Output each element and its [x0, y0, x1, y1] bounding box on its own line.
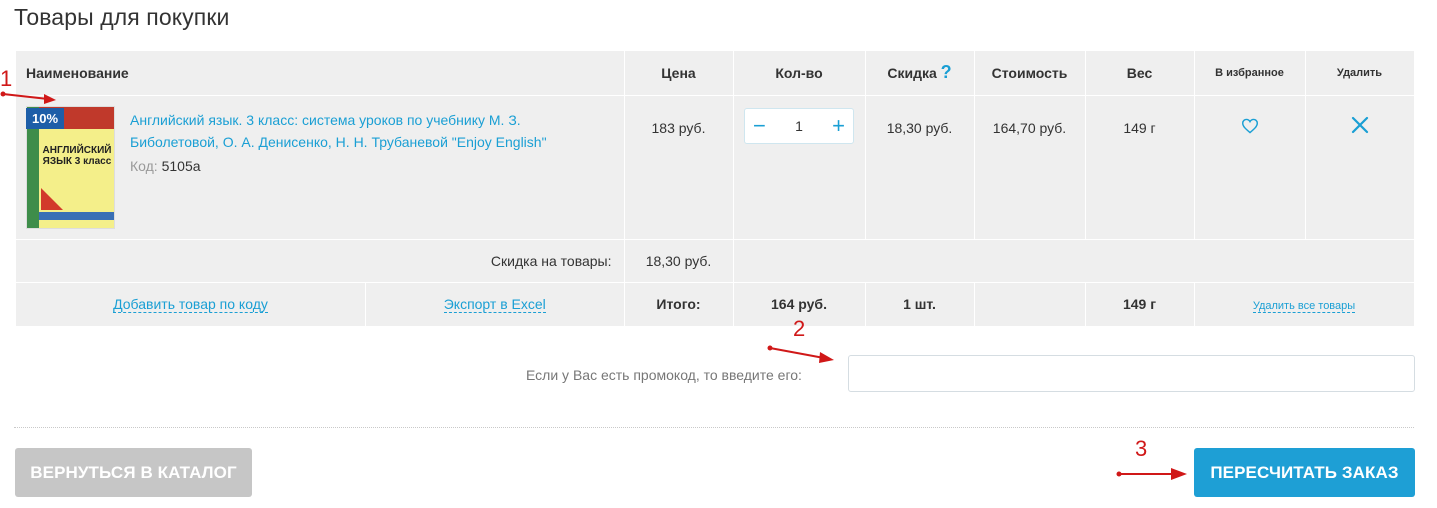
discount-summary-row: Скидка на товары: 18,30 руб.: [16, 239, 1415, 282]
promo-code-input[interactable]: [848, 355, 1415, 392]
add-by-code-link[interactable]: Добавить товар по коду: [113, 296, 268, 313]
table-header-row: Наименование Цена Кол-во Скидка ? Стоимо…: [16, 51, 1415, 95]
page-title: Товары для покупки: [14, 4, 230, 30]
cost-cell: 164,70 руб.: [974, 95, 1086, 239]
qty-decrease-button[interactable]: −: [753, 114, 766, 137]
total-label: Итого:: [624, 282, 734, 326]
weight-cell: 149 г: [1085, 95, 1195, 239]
heart-icon[interactable]: [1241, 118, 1259, 137]
cover-text: АНГЛИЙСКИЙ ЯЗЫК 3 класс: [42, 144, 112, 167]
col-header-discount-label: Скидка: [887, 65, 937, 82]
discount-badge: 10%: [26, 107, 65, 129]
quantity-stepper: − 1 +: [744, 107, 854, 144]
col-header-delete: Удалить: [1305, 51, 1415, 95]
product-code: Код: 5105а: [130, 158, 201, 174]
col-header-discount: Скидка ?: [865, 51, 975, 95]
promo-label: Если у Вас есть промокод, то введите его…: [526, 367, 802, 383]
table-row: 10% АНГЛИЙСКИЙ ЯЗЫК 3 класс Английский я…: [16, 95, 1415, 239]
price-cell: 183 руб.: [624, 95, 734, 239]
col-header-name: Наименование: [16, 51, 625, 95]
col-header-price: Цена: [624, 51, 734, 95]
discount-summary-value: 18,30 руб.: [624, 239, 734, 282]
qty-cell: − 1 +: [733, 95, 866, 239]
product-code-label: Код:: [130, 157, 158, 174]
annotation-number-3: 3: [1135, 436, 1148, 461]
product-title-link[interactable]: Английский язык. 3 класс: система уроков…: [130, 109, 590, 153]
col-header-weight: Вес: [1085, 51, 1195, 95]
col-header-favorite: В избранное: [1194, 51, 1306, 95]
col-header-qty: Кол-во: [733, 51, 866, 95]
delete-cell: [1305, 95, 1415, 239]
discount-cell: 18,30 руб.: [865, 95, 975, 239]
cart-table: Наименование Цена Кол-во Скидка ? Стоимо…: [16, 51, 1415, 327]
product-cell: 10% АНГЛИЙСКИЙ ЯЗЫК 3 класс Английский я…: [16, 95, 625, 239]
recalculate-order-button[interactable]: Пересчитать заказ: [1194, 448, 1415, 497]
annotation-arrow-2: [767, 345, 834, 363]
total-row: Добавить товар по коду Экспорт в Excel И…: [16, 282, 1415, 326]
help-question-icon[interactable]: ?: [941, 62, 952, 82]
qty-value[interactable]: 1: [795, 118, 803, 134]
back-to-catalog-button[interactable]: Вернуться в каталог: [15, 448, 252, 497]
discount-summary-label: Скидка на товары:: [16, 239, 625, 282]
favorite-cell: [1194, 95, 1306, 239]
divider: [14, 427, 1414, 428]
export-excel-link[interactable]: Экспорт в Excel: [443, 296, 546, 313]
delete-all-link[interactable]: Удалить все товары: [1252, 300, 1356, 313]
annotation-arrow-1: [0, 91, 56, 104]
total-weight: 149 г: [1085, 282, 1195, 326]
product-code-value: 5105а: [161, 157, 201, 174]
annotation-arrow-3: [1116, 468, 1187, 480]
close-icon[interactable]: [1351, 116, 1369, 137]
annotation-number-2: 2: [793, 316, 806, 341]
col-header-cost: Стоимость: [974, 51, 1086, 95]
qty-increase-button[interactable]: +: [832, 114, 845, 137]
total-qty: 1 шт.: [865, 282, 975, 326]
